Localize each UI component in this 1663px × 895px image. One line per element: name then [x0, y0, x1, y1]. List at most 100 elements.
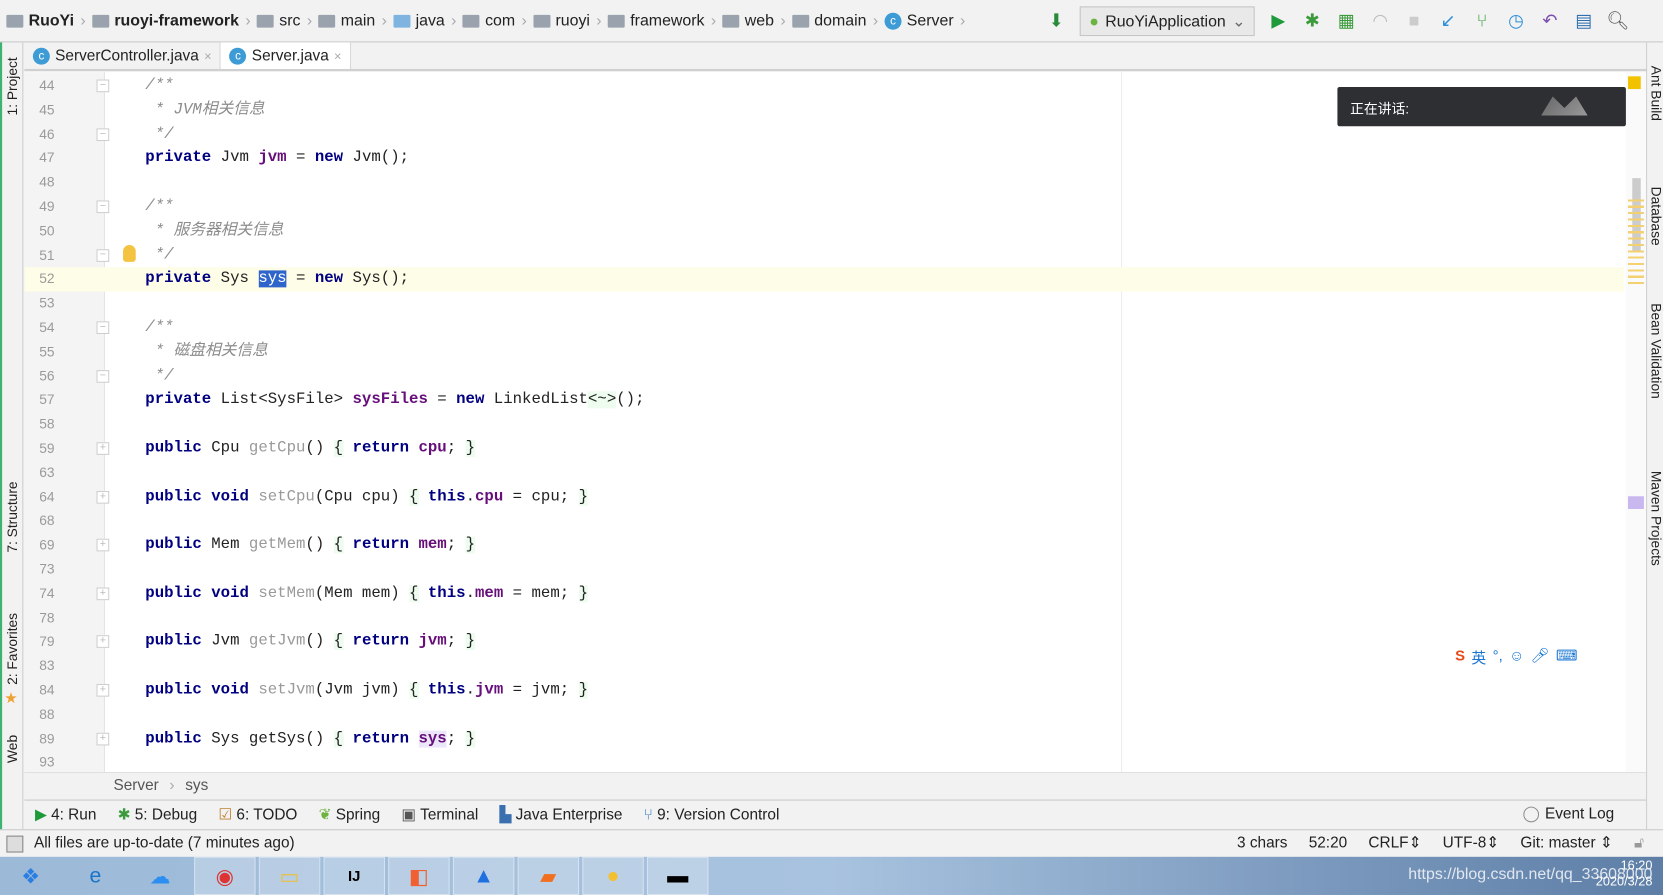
- tool-window----run[interactable]: ▶ 4: Run: [35, 806, 96, 823]
- code-token: return: [352, 440, 410, 458]
- fold-collapse-icon[interactable]: −: [96, 200, 110, 214]
- class-icon: c: [32, 47, 50, 65]
- fold-expand-icon[interactable]: +: [96, 442, 110, 455]
- intellij-icon[interactable]: IJ: [323, 856, 385, 895]
- code-token: }: [578, 681, 589, 699]
- tool-window-java-enterprise[interactable]: ▙ Java Enterprise: [500, 806, 623, 823]
- fold-collapse-icon[interactable]: −: [96, 369, 110, 383]
- line-number: 88: [39, 706, 55, 722]
- start-button-icon[interactable]: ❖: [0, 857, 62, 895]
- close-icon[interactable]: ×: [204, 48, 211, 63]
- debug-icon[interactable]: ✱: [1302, 11, 1323, 32]
- nav-crumb-framework[interactable]: framework: [607, 12, 705, 30]
- event-log-button[interactable]: ◯ Event Log: [1522, 806, 1614, 823]
- git-branch[interactable]: Git: master ⇕: [1520, 830, 1612, 857]
- code-token: Sys();: [343, 270, 410, 288]
- vcs-history-icon[interactable]: ◷: [1505, 11, 1526, 32]
- line-number: 58: [39, 415, 55, 432]
- explorer-icon[interactable]: ▭: [258, 856, 321, 895]
- run-icon[interactable]: ▶: [1268, 11, 1289, 32]
- code-token: <~>: [587, 391, 617, 409]
- tool-window-terminal[interactable]: ▣ Terminal: [401, 806, 478, 823]
- lock-icon[interactable]: 🔓︎: [1634, 830, 1644, 857]
- build-icon[interactable]: ⬇: [1046, 11, 1067, 32]
- tool-window----version-control[interactable]: ⑂ 9: Version Control: [644, 806, 780, 823]
- run-config-select[interactable]: ● RuoYiApplication ⌄: [1079, 6, 1256, 37]
- nav-crumb-com[interactable]: com: [462, 12, 515, 30]
- fold-expand-icon[interactable]: +: [96, 683, 110, 697]
- chevron-right-icon: ›: [245, 11, 251, 30]
- close-icon[interactable]: ×: [334, 48, 341, 63]
- bean-validation-tool-button[interactable]: Bean Validation: [1648, 303, 1663, 399]
- file-encoding[interactable]: UTF-8⇕: [1443, 830, 1499, 857]
- code-line: 89 + public Sys getSys() { return sys; }: [24, 727, 1623, 751]
- database-tool-button[interactable]: Database: [1648, 187, 1663, 246]
- line-number: 64: [39, 488, 55, 505]
- fold-expand-icon[interactable]: +: [96, 538, 110, 552]
- fold-collapse-icon[interactable]: −: [96, 248, 110, 262]
- code-text: public void setJvm(Jvm jvm) { this.jvm =…: [145, 679, 589, 703]
- fold-collapse-icon[interactable]: −: [96, 321, 110, 335]
- nav-crumb-ruoyi-framework[interactable]: ruoyi-framework: [92, 12, 239, 30]
- nav-crumb-RuoYi[interactable]: RuoYi: [6, 12, 74, 30]
- fold-expand-icon[interactable]: +: [96, 587, 110, 600]
- baidu-netdisk-icon[interactable]: ☁: [129, 857, 191, 895]
- ie-icon[interactable]: e: [65, 857, 127, 895]
- presentation-icon[interactable]: ◧: [388, 856, 450, 895]
- tool-window----todo[interactable]: ☑ 6: TODO: [218, 806, 297, 823]
- code-token: return: [352, 536, 410, 554]
- vcs-commit-icon[interactable]: ⑂: [1471, 11, 1492, 32]
- breadcrumb-member[interactable]: sys: [185, 777, 208, 794]
- tool-windows-toggle-icon[interactable]: [6, 835, 24, 853]
- error-stripe[interactable]: [1625, 72, 1647, 772]
- line-separator[interactable]: CRLF⇕: [1368, 830, 1421, 857]
- coverage-icon[interactable]: ▦: [1336, 11, 1357, 32]
- search-icon[interactable]: 🔍︎: [1606, 11, 1629, 32]
- tool-window----debug[interactable]: ✱ 5: Debug: [118, 806, 198, 823]
- ide-window: RuoYi › ruoyi-framework › src › main › java › com ›…: [0, 0, 1663, 895]
- fold-collapse-icon[interactable]: −: [96, 79, 110, 93]
- tab-label: ServerController.java: [55, 47, 199, 65]
- fold-collapse-icon[interactable]: −: [96, 127, 110, 141]
- cmd-icon[interactable]: ▬: [646, 856, 709, 895]
- tab-Server-java[interactable]: c Server.java ×: [221, 42, 352, 69]
- tool-window-spring[interactable]: ❦ Spring: [319, 806, 381, 823]
- nav-crumb-web[interactable]: web: [722, 12, 774, 30]
- fold-expand-icon[interactable]: +: [96, 635, 110, 649]
- maven-projects-tool-button[interactable]: Maven Projects: [1648, 471, 1663, 566]
- fold-expand-icon[interactable]: +: [96, 732, 110, 746]
- meeting-app-icon[interactable]: ▲: [452, 856, 515, 895]
- stop-icon[interactable]: ■: [1404, 11, 1425, 32]
- ant-build-tool-button[interactable]: Ant Build: [1648, 66, 1663, 121]
- code-text: /**: [145, 74, 173, 98]
- nav-crumb-domain[interactable]: domain: [792, 12, 866, 30]
- web-tool-button[interactable]: Web: [4, 735, 20, 763]
- code-line: 69 + public Mem getMem() { return mem; }: [24, 534, 1623, 558]
- structure-tool-button[interactable]: 7: Structure: [4, 481, 20, 552]
- chrome-icon[interactable]: ◉: [194, 856, 256, 895]
- code-editor[interactable]: 44 − /** 45 * JVM相关信息 46 − */ 47 private Jvm jv…: [24, 72, 1647, 772]
- nav-crumb-ruoyi[interactable]: ruoyi: [533, 12, 590, 30]
- caret-position[interactable]: 52:20: [1309, 830, 1347, 857]
- fold-expand-icon[interactable]: +: [96, 490, 110, 504]
- pdf-icon[interactable]: ▰: [517, 856, 580, 895]
- usage-marker: [1628, 496, 1644, 509]
- profile-icon[interactable]: ◠: [1370, 11, 1391, 32]
- tab-ServerController-java[interactable]: c ServerController.java ×: [24, 42, 222, 69]
- vcs-update-icon[interactable]: ↙: [1437, 11, 1458, 32]
- project-tool-button[interactable]: 1: Project: [4, 57, 20, 115]
- revert-icon[interactable]: ↶: [1539, 11, 1560, 32]
- code-token: * 磁盘相关信息: [145, 343, 268, 361]
- yellow-app-icon[interactable]: ●: [582, 856, 644, 895]
- left-tool-strip: 1: Project 7: Structure 2: Favorites ★ W…: [0, 42, 24, 830]
- nav-crumb-java[interactable]: java: [393, 12, 445, 30]
- nav-crumb-Server[interactable]: c Server: [884, 12, 954, 30]
- ime-toolbar[interactable]: S 英 °, ☺ 🎤︎ ⌨: [1455, 647, 1577, 668]
- nav-crumb-main[interactable]: main: [318, 12, 375, 30]
- project-structure-icon[interactable]: ▤: [1573, 11, 1594, 32]
- nav-crumb-src[interactable]: src: [257, 12, 300, 30]
- favorites-tool-button[interactable]: 2: Favorites: [4, 613, 20, 685]
- code-token: jvm: [474, 681, 504, 699]
- tool-window-label: 6: TODO: [236, 806, 298, 824]
- breadcrumb-class[interactable]: Server: [113, 777, 158, 794]
